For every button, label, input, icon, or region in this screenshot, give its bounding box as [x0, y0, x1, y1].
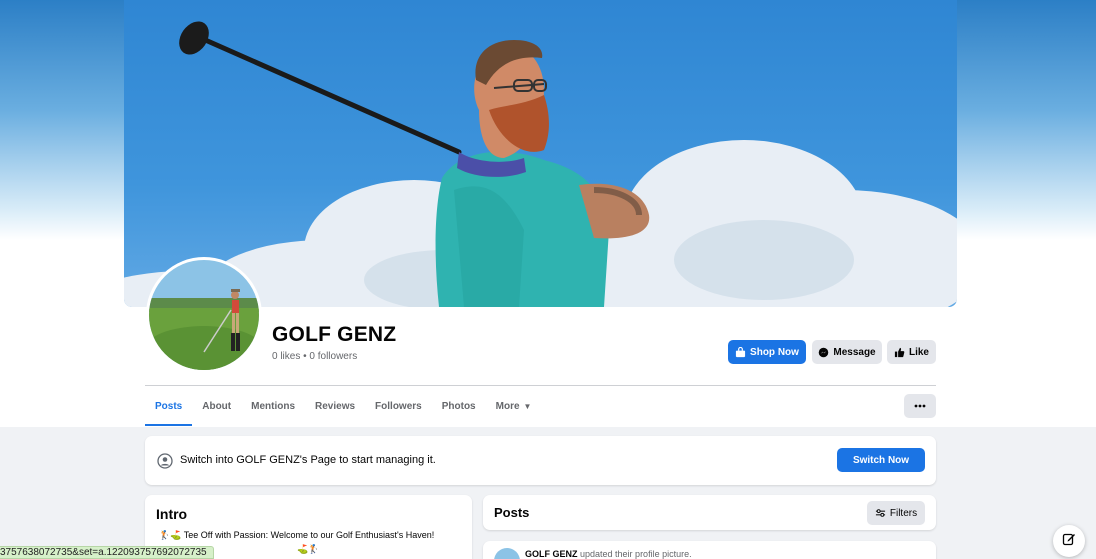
- more-options-button[interactable]: [904, 394, 936, 418]
- profile-switch-icon: [157, 453, 173, 474]
- switch-banner-text: Switch into GOLF GENZ's Page to start ma…: [180, 454, 436, 466]
- shop-bag-icon: [735, 346, 746, 358]
- tab-label: Mentions: [251, 400, 296, 412]
- tab-about[interactable]: About: [192, 386, 241, 426]
- post-action-text: updated their profile picture.: [580, 549, 692, 559]
- tab-more[interactable]: More ▼: [486, 386, 542, 426]
- like-label: Like: [908, 346, 929, 358]
- tab-label: About: [202, 400, 232, 412]
- thumbs-up-icon: [894, 347, 905, 358]
- filters-label: Filters: [889, 507, 918, 519]
- intro-bio-line2: ⛳🏌️: [297, 544, 320, 554]
- message-button[interactable]: Message: [812, 340, 882, 364]
- message-label: Message: [833, 346, 876, 358]
- tab-posts[interactable]: Posts: [145, 386, 193, 426]
- profile-picture[interactable]: [146, 257, 262, 373]
- cover-photo[interactable]: [124, 0, 957, 307]
- compose-icon: [1062, 532, 1076, 551]
- tab-label: Photos: [441, 400, 476, 412]
- messenger-icon: [818, 347, 829, 358]
- status-url-bar: 3757638072735&set=a.122093757692072735: [0, 546, 214, 559]
- switch-now-label: Switch Now: [852, 454, 910, 466]
- shop-now-button[interactable]: Shop Now: [728, 340, 806, 364]
- like-button[interactable]: Like: [887, 340, 936, 364]
- switch-page-banner: Switch into GOLF GENZ's Page to start ma…: [145, 436, 936, 485]
- compose-button[interactable]: [1053, 525, 1085, 557]
- switch-now-button[interactable]: Switch Now: [837, 448, 925, 472]
- page-stats[interactable]: 0 likes • 0 followers: [272, 351, 357, 362]
- posts-header-card: Posts Filters: [483, 495, 936, 530]
- caret-down-icon: ▼: [523, 401, 532, 411]
- post-author-name[interactable]: GOLF GENZ: [525, 549, 578, 559]
- post-item: GOLF GENZ updated their profile picture.: [483, 541, 936, 559]
- tab-mentions[interactable]: Mentions: [241, 386, 305, 426]
- post-header-line: GOLF GENZ updated their profile picture.: [525, 549, 692, 559]
- tab-label: Followers: [375, 400, 422, 412]
- tab-label: Reviews: [315, 400, 356, 412]
- sliders-icon: [875, 508, 886, 518]
- tab-label: Posts: [155, 400, 183, 412]
- tab-label: More: [495, 400, 520, 412]
- tab-followers[interactable]: Followers: [365, 386, 432, 426]
- posts-title: Posts: [494, 505, 530, 520]
- intro-bio: 🏌️⛳ Tee Off with Passion: Welcome to our…: [159, 530, 435, 540]
- filters-button[interactable]: Filters: [867, 501, 925, 525]
- post-author-avatar[interactable]: [494, 548, 520, 559]
- profile-tabs: Posts About Mentions Reviews Followers P…: [145, 386, 541, 426]
- ellipsis-icon: [914, 404, 926, 408]
- tab-reviews[interactable]: Reviews: [305, 386, 365, 426]
- intro-title: Intro: [156, 506, 188, 522]
- shop-now-label: Shop Now: [750, 346, 799, 358]
- page-title: GOLF GENZ: [272, 323, 397, 346]
- tab-photos[interactable]: Photos: [432, 386, 486, 426]
